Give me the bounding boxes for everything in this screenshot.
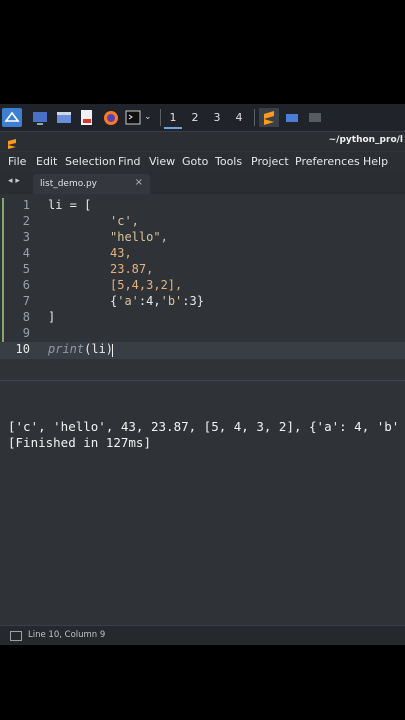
line-number: 9 xyxy=(22,326,30,340)
line-number: 7 xyxy=(22,294,30,308)
workspace-4[interactable]: 4 xyxy=(230,108,248,127)
tab-bar: ◂ ▸ list_demo.py × xyxy=(0,172,405,194)
line-number: 10 xyxy=(15,342,30,356)
code-line: 3 "hello", xyxy=(0,230,405,246)
files-icon[interactable] xyxy=(56,108,72,127)
code-line: 9 xyxy=(0,326,405,342)
taskbar-separator xyxy=(160,109,161,126)
line-number: 6 xyxy=(22,278,30,292)
code-text: 23.87, xyxy=(110,262,154,276)
chevron-down-icon[interactable]: ⌄ xyxy=(144,108,154,127)
line-number: 2 xyxy=(22,214,30,228)
menu-find[interactable]: Find xyxy=(118,155,141,168)
code-token: (li) xyxy=(84,342,114,356)
code-line: 5 23.87, xyxy=(0,262,405,278)
code-text: 43, xyxy=(110,246,132,260)
line-number: 1 xyxy=(22,198,30,212)
code-line: 6 [5,4,3,2], xyxy=(0,278,405,294)
code-line: 2 'c', xyxy=(0,214,405,230)
code-text: {'a':4,'b':3} xyxy=(110,294,204,308)
desktop-icon[interactable] xyxy=(32,108,48,127)
code-token: print xyxy=(48,342,85,356)
current-code-line: 10 print(li) xyxy=(0,342,405,359)
terminal-icon[interactable] xyxy=(125,108,141,127)
menu-selection[interactable]: Selection xyxy=(65,155,116,168)
menu-goto[interactable]: Goto xyxy=(182,155,208,168)
tab-label: list_demo.py xyxy=(40,179,97,189)
menu-edit[interactable]: Edit xyxy=(36,155,57,168)
code-editor[interactable]: 1 li = [ 2 'c', 3 "hello", 4 43, 5 23.87… xyxy=(0,194,405,380)
text-cursor xyxy=(112,344,113,357)
code-line: 8 ] xyxy=(0,310,405,326)
menu-preferences[interactable]: Preferences xyxy=(295,155,360,168)
window-titlebar: ~/python_pro/l xyxy=(0,132,405,151)
code-token: :4, xyxy=(138,294,161,308)
sublime-icon xyxy=(6,135,18,149)
code-text: li = [ xyxy=(48,198,92,212)
taskbar-separator xyxy=(254,109,255,126)
taskbar: ⌄ 1 2 3 4 xyxy=(0,104,405,132)
line-number: 5 xyxy=(22,262,30,276)
window-icon[interactable] xyxy=(308,108,322,127)
workspace-1[interactable]: 1 xyxy=(164,108,182,129)
code-line: 7 {'a':4,'b':3} xyxy=(0,294,405,310)
start-menu-icon[interactable] xyxy=(2,108,22,127)
window-title: ~/python_pro/l xyxy=(328,135,403,145)
code-token: 'b' xyxy=(160,294,183,308)
menu-help[interactable]: Help xyxy=(363,155,388,168)
line-number: 4 xyxy=(22,246,30,260)
workspace-2[interactable]: 2 xyxy=(186,108,204,127)
build-output-panel[interactable]: ['c', 'hello', 43, 23.87, [5, 4, 3, 2], … xyxy=(0,380,405,626)
pdf-icon[interactable] xyxy=(80,108,94,127)
menu-project[interactable]: Project xyxy=(251,155,289,168)
output-line: [Finished in 127ms] xyxy=(8,435,151,450)
code-line: 1 li = [ xyxy=(0,198,405,214)
menu-tools[interactable]: Tools xyxy=(215,155,242,168)
line-number: 8 xyxy=(22,310,30,324)
menu-file[interactable]: File xyxy=(8,155,26,168)
cursor-position: Line 10, Column 9 xyxy=(28,630,106,640)
close-icon[interactable]: × xyxy=(135,177,143,188)
code-text: "hello", xyxy=(110,230,168,244)
menu-view[interactable]: View xyxy=(149,155,175,168)
code-text: [5,4,3,2], xyxy=(110,278,183,292)
panel-toggle-icon[interactable] xyxy=(10,631,22,641)
code-text: ] xyxy=(48,310,56,324)
tab-nav-arrows[interactable]: ◂ ▸ xyxy=(8,176,20,186)
code-line: 4 43, xyxy=(0,246,405,262)
tab-list-demo[interactable]: list_demo.py × xyxy=(33,174,150,194)
folder-icon[interactable] xyxy=(285,108,299,127)
output-line: ['c', 'hello', 43, 23.87, [5, 4, 3, 2], … xyxy=(8,419,400,434)
line-number: 3 xyxy=(22,230,30,244)
code-text: print(li) xyxy=(48,342,113,356)
code-token: :3} xyxy=(182,294,204,308)
workspace-3[interactable]: 3 xyxy=(208,108,226,127)
firefox-icon[interactable] xyxy=(103,108,119,127)
code-token: 'a' xyxy=(117,294,139,308)
sublime-icon[interactable] xyxy=(259,108,279,127)
status-bar: Line 10, Column 9 xyxy=(0,625,405,645)
code-text: 'c', xyxy=(110,214,139,228)
menu-bar: File Edit Selection Find View Goto Tools… xyxy=(0,152,405,172)
desktop-screen: ⌄ 1 2 3 4 ~/python_pro/l File Edit Selec… xyxy=(0,104,405,645)
